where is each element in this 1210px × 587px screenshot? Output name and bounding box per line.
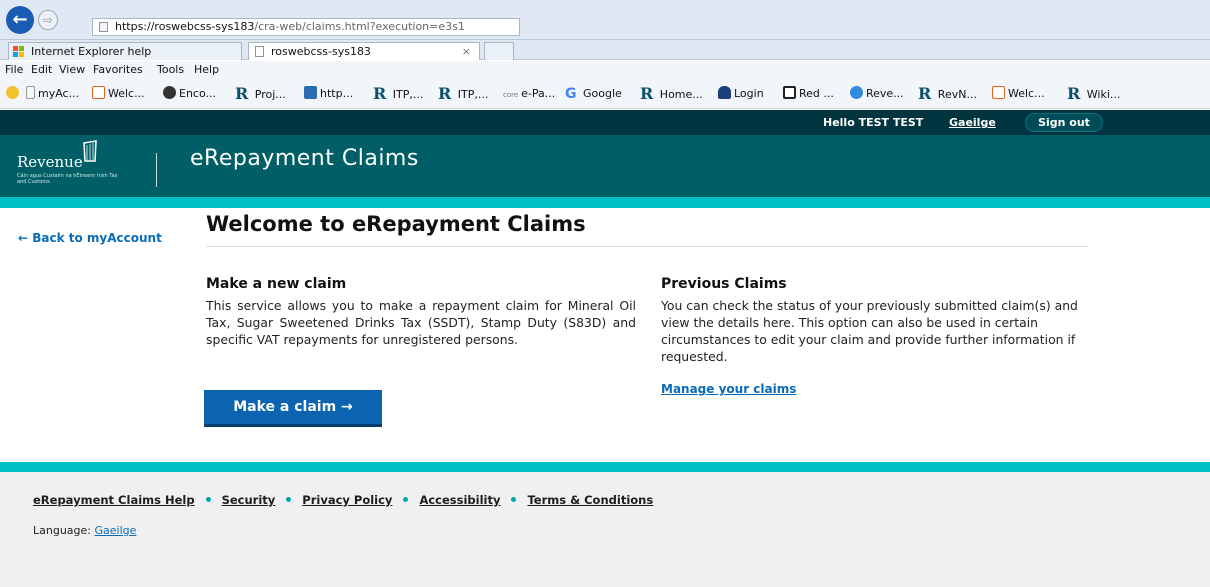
- url-path: /cra-web/claims.html?execution=e3s1: [254, 20, 465, 33]
- banner-divider: [156, 153, 157, 187]
- play-icon: [163, 86, 176, 99]
- favorite-item[interactable]: R RevN...: [918, 79, 977, 108]
- google-g-icon: G: [565, 86, 577, 102]
- s-icon: [992, 86, 1005, 99]
- revenue-r-icon: R: [235, 84, 249, 103]
- ie-icon: [850, 86, 863, 99]
- user-greeting: Hello TEST TEST: [823, 116, 924, 129]
- back-to-myaccount-link[interactable]: ← Back to myAccount: [18, 231, 162, 245]
- favorite-item[interactable]: myAc...: [26, 79, 79, 108]
- make-claim-button[interactable]: Make a claim →: [204, 390, 382, 427]
- new-claim-heading: Make a new claim: [206, 276, 347, 292]
- tab-strip: Internet Explorer help roswebcss-sys183 …: [0, 40, 1210, 60]
- back-arrow-icon[interactable]: ←: [6, 6, 34, 34]
- sign-out-button[interactable]: Sign out: [1025, 113, 1103, 132]
- menu-favorites[interactable]: Favorites: [93, 61, 143, 79]
- favorite-item[interactable]: R Proj...: [235, 79, 286, 108]
- tab-internet-explorer-help[interactable]: Internet Explorer help: [8, 42, 242, 60]
- previous-claims-description: You can check the status of your previou…: [661, 298, 1078, 364]
- bullet-icon: [286, 497, 292, 502]
- language-label: Language:: [33, 524, 91, 537]
- footer-link-accessibility[interactable]: Accessibility: [419, 493, 500, 507]
- revenue-logo[interactable]: Revenue: [17, 153, 83, 171]
- favorites-bar: myAc... Welc... Enco... R Proj... http..…: [0, 79, 1210, 109]
- page-icon: [26, 86, 35, 99]
- tab-label: Internet Explorer help: [31, 45, 152, 58]
- bullet-icon: [205, 497, 211, 502]
- footer-link-privacy[interactable]: Privacy Policy: [302, 493, 392, 507]
- new-claim-description: This service allows you to make a repaym…: [206, 298, 636, 347]
- page-icon: [99, 22, 108, 32]
- menu-help[interactable]: Help: [194, 61, 219, 79]
- windows-logo-icon: [13, 46, 25, 58]
- page-icon: [255, 46, 264, 57]
- revenue-r-icon: R: [373, 84, 387, 103]
- favorite-item[interactable]: Red ...: [783, 79, 834, 108]
- bullet-icon: [403, 497, 409, 502]
- tab-label: roswebcss-sys183: [271, 45, 371, 58]
- shield-icon: [718, 86, 731, 99]
- footer: eRepayment Claims Help Security Privacy Po…: [0, 472, 1210, 587]
- site-top-bar: Hello TEST TEST Gaeilge Sign out: [0, 110, 1210, 135]
- language-toggle-link[interactable]: Gaeilge: [949, 110, 996, 135]
- frame-icon: [783, 86, 796, 99]
- harp-icon: [83, 140, 97, 162]
- forward-arrow-icon[interactable]: ⇨: [38, 10, 58, 30]
- favorite-item[interactable]: Reve...: [850, 79, 904, 108]
- footer-language-link[interactable]: Gaeilge: [95, 524, 137, 537]
- favorite-item[interactable]: R ITP,...: [438, 79, 488, 108]
- bullet-icon: [511, 497, 517, 502]
- tab-roswebcss[interactable]: roswebcss-sys183 ×: [248, 42, 480, 60]
- favorites-star-icon[interactable]: [6, 79, 22, 108]
- language-selector: Language: Gaeilge: [33, 524, 136, 537]
- footer-link-security[interactable]: Security: [222, 493, 276, 507]
- favorite-item[interactable]: Enco...: [163, 79, 216, 108]
- new-tab-button[interactable]: [484, 42, 514, 60]
- menu-tools[interactable]: Tools: [157, 61, 184, 79]
- site-banner: Revenue Cáin agus Custaim na hÉireann Ir…: [0, 135, 1210, 197]
- favorite-item[interactable]: core e-Pa...: [503, 79, 555, 108]
- revenue-r-icon: R: [640, 84, 654, 103]
- core-icon: core: [503, 91, 519, 99]
- revenue-r-icon: R: [1067, 84, 1081, 103]
- menu-bar: File Edit View Favorites Tools Help: [0, 61, 1210, 79]
- favorite-item[interactable]: Login: [718, 79, 764, 108]
- footer-accent-stripe: [0, 462, 1210, 472]
- manage-claims-link[interactable]: Manage your claims: [661, 382, 796, 396]
- footer-links: eRepayment Claims Help Security Privacy Po…: [33, 493, 653, 507]
- logo-subtitle: Cáin agus Custaim na hÉireann Irish Tax …: [17, 173, 118, 185]
- header-accent-stripe: [0, 197, 1210, 208]
- favorite-item[interactable]: R Home...: [640, 79, 703, 108]
- url-input[interactable]: https://roswebcss-sys183/cra-web/claims.…: [92, 18, 520, 36]
- favorite-item[interactable]: R ITP,...: [373, 79, 423, 108]
- footer-link-terms[interactable]: Terms & Conditions: [527, 493, 653, 507]
- favorite-item[interactable]: Welc...: [992, 79, 1045, 108]
- previous-claims-heading: Previous Claims: [661, 276, 787, 292]
- menu-edit[interactable]: Edit: [31, 61, 52, 79]
- revenue-r-icon: R: [918, 84, 932, 103]
- app-title: eRepayment Claims: [190, 146, 419, 171]
- page-title: Welcome to eRepayment Claims: [206, 212, 586, 236]
- favorite-item[interactable]: R Wiki...: [1067, 79, 1120, 108]
- url-host: https://roswebcss-sys183: [115, 20, 255, 33]
- favorite-item[interactable]: http...: [304, 79, 353, 108]
- s-icon: [92, 86, 105, 99]
- title-divider: [206, 246, 1088, 247]
- revenue-r-icon: R: [438, 84, 452, 103]
- favorite-item[interactable]: G Google: [565, 79, 622, 108]
- chart-icon: [304, 86, 317, 99]
- close-icon[interactable]: ×: [462, 43, 471, 60]
- menu-file[interactable]: File: [5, 61, 23, 79]
- menu-view[interactable]: View: [59, 61, 85, 79]
- address-bar-row: ← ⇨ https://roswebcss-sys183/cra-web/cla…: [0, 0, 1210, 40]
- footer-link-help[interactable]: eRepayment Claims Help: [33, 493, 195, 507]
- favorite-item[interactable]: Welc...: [92, 79, 145, 108]
